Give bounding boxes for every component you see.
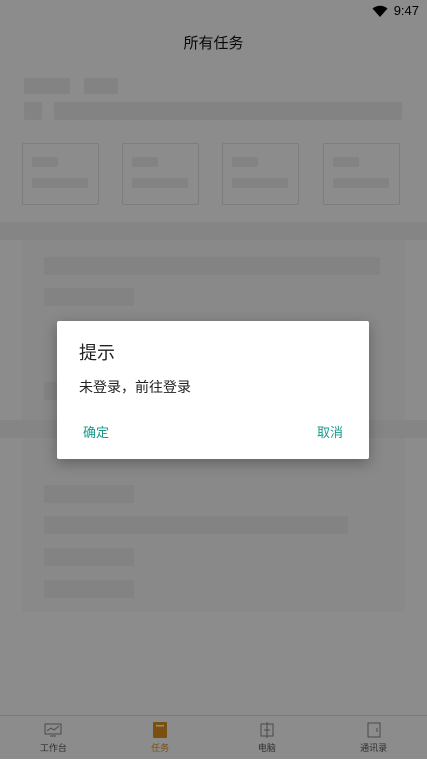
login-prompt-dialog: 提示 未登录，前往登录 确定 取消 xyxy=(57,321,369,459)
dialog-message: 未登录，前往登录 xyxy=(79,380,191,396)
dialog-title: 提示 xyxy=(79,343,115,364)
confirm-button[interactable]: 确定 xyxy=(83,422,109,441)
cancel-button[interactable]: 取消 xyxy=(317,422,343,441)
